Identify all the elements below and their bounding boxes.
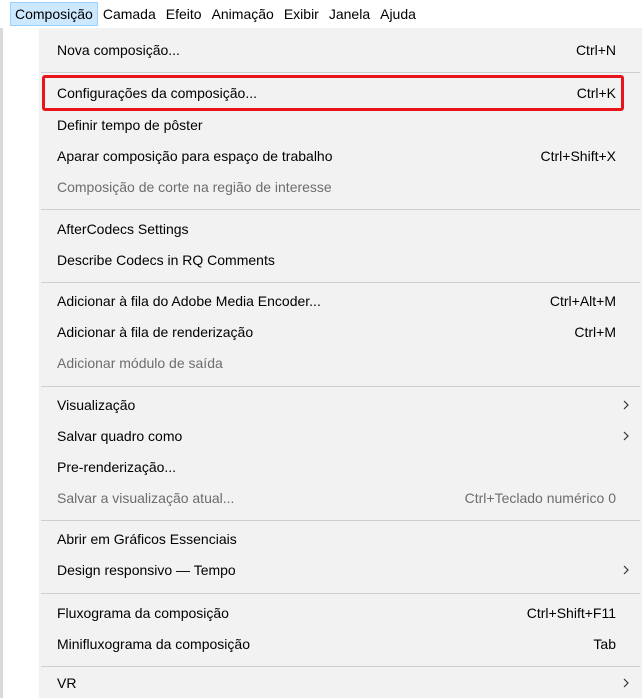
menu-separator [41, 386, 640, 387]
menu-item-preview[interactable]: Visualização [39, 390, 642, 420]
menu-item-label: Pre-renderização... [57, 459, 177, 475]
menu-item-pre-render[interactable]: Pre-renderização... [39, 452, 642, 482]
menu-item-label: Design responsivo — Tempo [57, 562, 236, 578]
menubar-item-animacao[interactable]: Animação [207, 2, 279, 26]
chevron-right-icon [623, 678, 629, 688]
menu-item-shortcut: Ctrl+K [576, 85, 616, 101]
menu-item-new-composition[interactable]: Nova composição... Ctrl+N [39, 35, 642, 65]
menu-item-label: Aparar composição para espaço de trabalh… [57, 148, 333, 164]
menu-item-aftercodecs-settings[interactable]: AfterCodecs Settings [39, 214, 642, 244]
menu-item-save-current-preview: Salvar a visualização atual... Ctrl+Tecl… [39, 483, 642, 513]
menu-item-shortcut: Tab [593, 636, 616, 652]
menu-item-label: Minifluxograma da composição [57, 636, 250, 652]
menu-item-label: Fluxograma da composição [57, 605, 229, 621]
menu-item-label: VR [57, 675, 77, 691]
menu-item-add-output-module: Adicionar módulo de saída [39, 348, 642, 378]
menubar-item-efeito[interactable]: Efeito [161, 2, 207, 26]
menu-item-composition-flowchart[interactable]: Fluxograma da composição Ctrl+Shift+F11 [39, 598, 642, 628]
menu-separator [41, 209, 640, 210]
menu-item-shortcut: Ctrl+N [575, 42, 616, 58]
menu-item-label: Salvar a visualização atual... [57, 490, 235, 506]
composition-dropdown-menu: Nova composição... Ctrl+N Configurações … [39, 28, 642, 698]
window-left-edge [0, 28, 3, 698]
menu-item-add-to-media-encoder[interactable]: Adicionar à fila do Adobe Media Encoder.… [39, 286, 642, 316]
menu-separator [41, 72, 640, 73]
chevron-right-icon [623, 565, 629, 575]
menu-item-label: Abrir em Gráficos Essenciais [57, 531, 237, 547]
chevron-right-icon [623, 400, 629, 410]
menu-item-shortcut: Ctrl+Shift+F11 [526, 605, 616, 621]
menu-item-describe-codecs[interactable]: Describe Codecs in RQ Comments [39, 245, 642, 275]
menu-item-trim-comp-to-work-area[interactable]: Aparar composição para espaço de trabalh… [39, 141, 642, 171]
menu-item-label: Visualização [57, 397, 136, 413]
menu-item-label: Configurações da composição... [57, 85, 257, 101]
menu-item-vr[interactable]: VR [39, 668, 642, 698]
menu-item-label: Definir tempo de pôster [57, 117, 203, 133]
menu-item-label: Composição de corte na região de interes… [57, 179, 332, 195]
menu-item-shortcut: Ctrl+Teclado numérico 0 [464, 490, 616, 506]
menu-separator [41, 282, 640, 283]
menu-item-add-to-render-queue[interactable]: Adicionar à fila de renderização Ctrl+M [39, 317, 642, 347]
menu-item-label: Adicionar à fila de renderização [57, 324, 254, 340]
menu-item-responsive-design-time[interactable]: Design responsivo — Tempo [39, 555, 642, 585]
menu-item-label: Adicionar à fila do Adobe Media Encoder.… [57, 293, 321, 309]
menu-item-label: AfterCodecs Settings [57, 221, 189, 237]
menubar-item-camada[interactable]: Camada [98, 2, 161, 26]
menu-separator [41, 666, 640, 667]
menu-separator [41, 520, 640, 521]
menu-item-shortcut: Ctrl+M [574, 324, 616, 340]
menubar-item-composicao[interactable]: Composição [10, 2, 98, 26]
menubar-item-janela[interactable]: Janela [324, 2, 375, 26]
menu-item-shortcut: Ctrl+Shift+X [540, 148, 616, 164]
menu-item-shortcut: Ctrl+Alt+M [549, 293, 616, 309]
menu-item-label: Nova composição... [57, 42, 180, 58]
menu-item-save-frame-as[interactable]: Salvar quadro como [39, 421, 642, 451]
menu-item-label: Salvar quadro como [57, 428, 183, 444]
menu-separator [41, 593, 640, 594]
menu-item-crop-comp-to-region: Composição de corte na região de interes… [39, 172, 642, 202]
menu-item-composition-mini-flowchart[interactable]: Minifluxograma da composição Tab [39, 629, 642, 659]
menu-bar: Composição Camada Efeito Animação Exibir… [0, 0, 642, 28]
menubar-item-exibir[interactable]: Exibir [279, 2, 324, 26]
menubar-item-ajuda[interactable]: Ajuda [375, 2, 421, 26]
menu-item-open-essential-graphics[interactable]: Abrir em Gráficos Essenciais [39, 524, 642, 554]
menu-item-label: Describe Codecs in RQ Comments [57, 252, 275, 268]
menu-item-set-poster-time[interactable]: Definir tempo de pôster [39, 110, 642, 140]
menu-item-label: Adicionar módulo de saída [57, 355, 223, 371]
chevron-right-icon [623, 431, 629, 441]
menu-item-composition-settings[interactable]: Configurações da composição... Ctrl+K [39, 78, 642, 108]
